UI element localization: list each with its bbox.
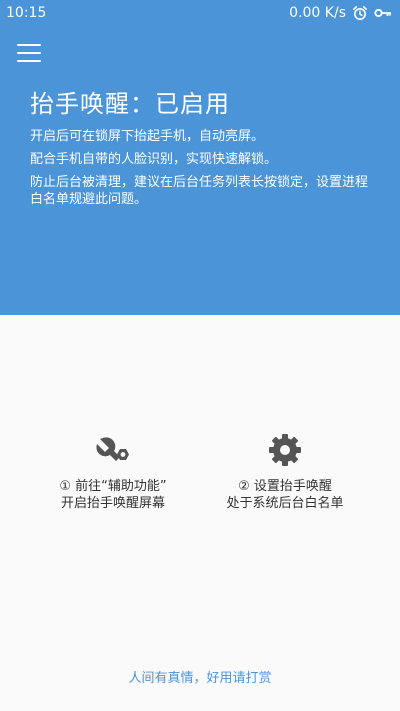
- network-speed: 0.00 K/s: [289, 5, 346, 21]
- status-bar: 10:15 0.00 K/s: [0, 0, 400, 26]
- description: 开启后可在锁屏下抬起手机，自动亮屏。 配合手机自带的人脸识别，实现快速解锁。 防…: [30, 128, 375, 214]
- whitelist-settings-button[interactable]: ② 设置抬手唤醒 处于系统后台白名单: [210, 430, 360, 512]
- action-label-line1: ② 设置抬手唤醒: [238, 479, 332, 494]
- settings-gear-icon: [265, 430, 305, 470]
- accessibility-tools-icon: [93, 430, 133, 470]
- donate-link[interactable]: 人间有真情，好用请打赏: [0, 667, 400, 686]
- hamburger-menu-icon[interactable]: [16, 42, 42, 64]
- status-icons: 0.00 K/s: [289, 5, 392, 21]
- description-line: 配合手机自带的人脸识别，实现快速解锁。: [30, 152, 278, 167]
- description-line: 开启后可在锁屏下抬起手机，自动亮屏。: [30, 129, 265, 144]
- key-icon: [374, 7, 392, 19]
- action-label-line1: ① 前往“辅助功能”: [59, 479, 167, 494]
- action-label-line2: 处于系统后台白名单: [226, 496, 344, 511]
- header-panel: 10:15 0.00 K/s 抬手唤醒：已启用 开启后可在锁屏下抬起手机，自动亮…: [0, 0, 400, 315]
- page-title: 抬手唤醒：已启用: [30, 90, 230, 118]
- action-label-line2: 开启抬手唤醒屏幕: [60, 496, 165, 511]
- description-line: 防止后台被清理，建议在后台任务列表长按锁定，设置进程白名单规避此问题。: [30, 175, 369, 207]
- open-accessibility-button[interactable]: ① 前往“辅助功能” 开启抬手唤醒屏幕: [38, 430, 188, 512]
- alarm-icon: [352, 5, 368, 21]
- status-time: 10:15: [6, 5, 47, 21]
- action-row: ① 前往“辅助功能” 开启抬手唤醒屏幕 ② 设置抬手唤醒 处于系统后台白名单: [0, 430, 400, 512]
